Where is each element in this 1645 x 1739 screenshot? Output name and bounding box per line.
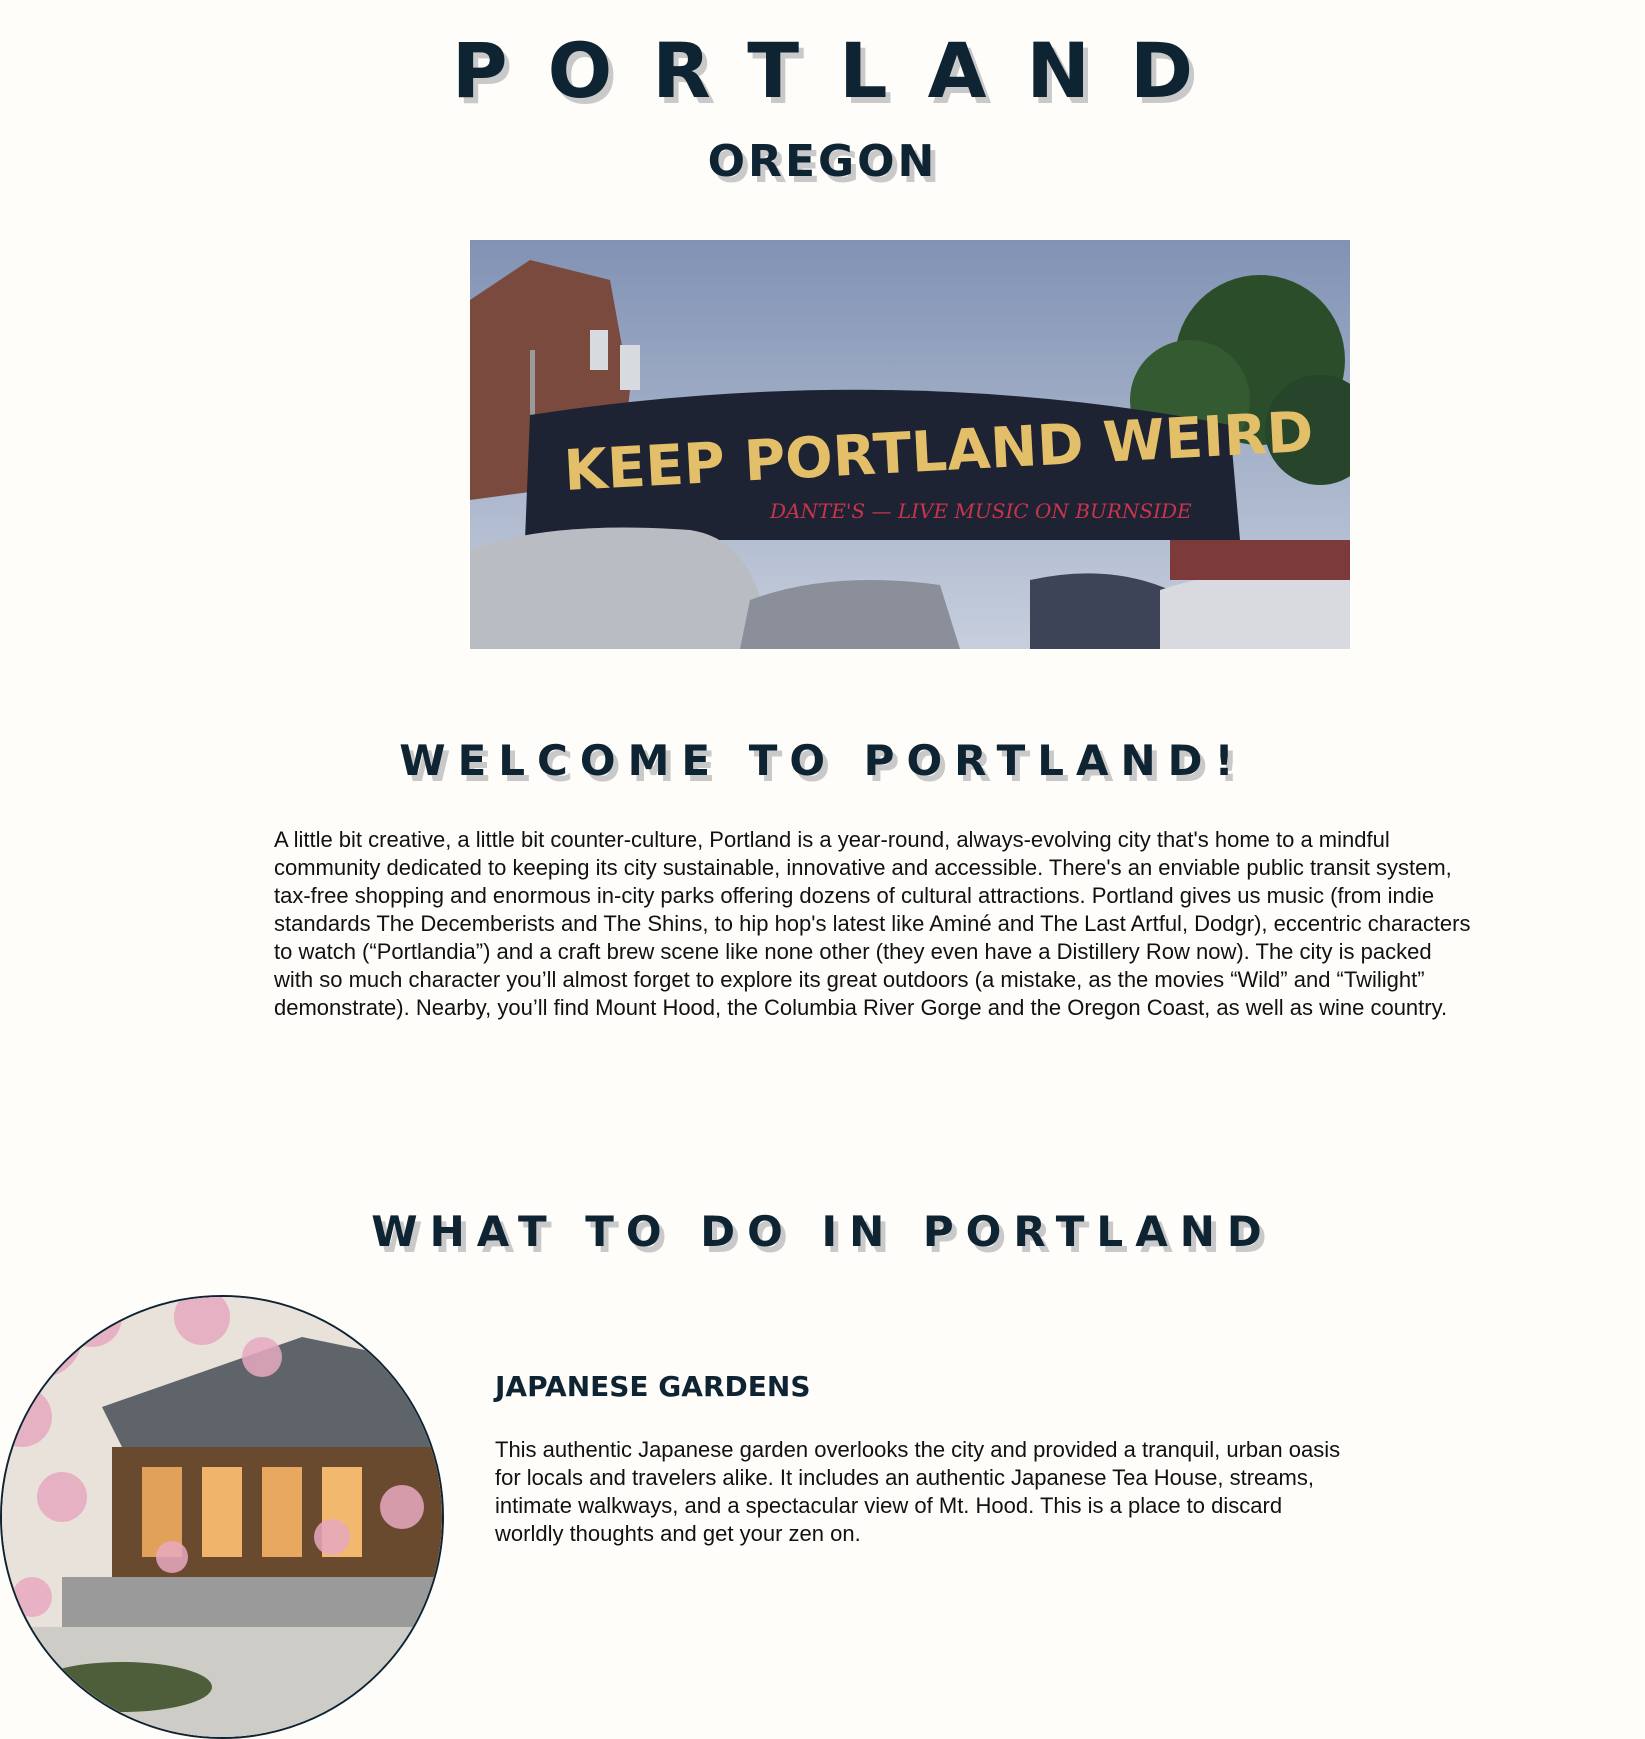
page-subtitle: OREGON <box>707 136 938 187</box>
japanese-gardens-photo <box>0 1295 444 1739</box>
page-title: PORTLAND <box>451 26 1234 115</box>
welcome-heading: WELCOME TO PORTLAND! <box>399 736 1246 785</box>
todo-heading: WHAT TO DO IN PORTLAND <box>371 1207 1274 1256</box>
welcome-paragraph: A little bit creative, a little bit coun… <box>274 827 1471 1020</box>
japanese-gardens-title: JAPANESE GARDENS <box>495 1370 811 1403</box>
hero-image: KEEP PORTLAND WEIRD DANTE'S — LIVE MUSIC… <box>470 240 1350 649</box>
svg-text:DANTE'S — LIVE MUSIC ON BURNSI: DANTE'S — LIVE MUSIC ON BURNSIDE <box>769 499 1192 523</box>
japanese-gardens-description: This authentic Japanese garden overlooks… <box>495 1437 1341 1546</box>
